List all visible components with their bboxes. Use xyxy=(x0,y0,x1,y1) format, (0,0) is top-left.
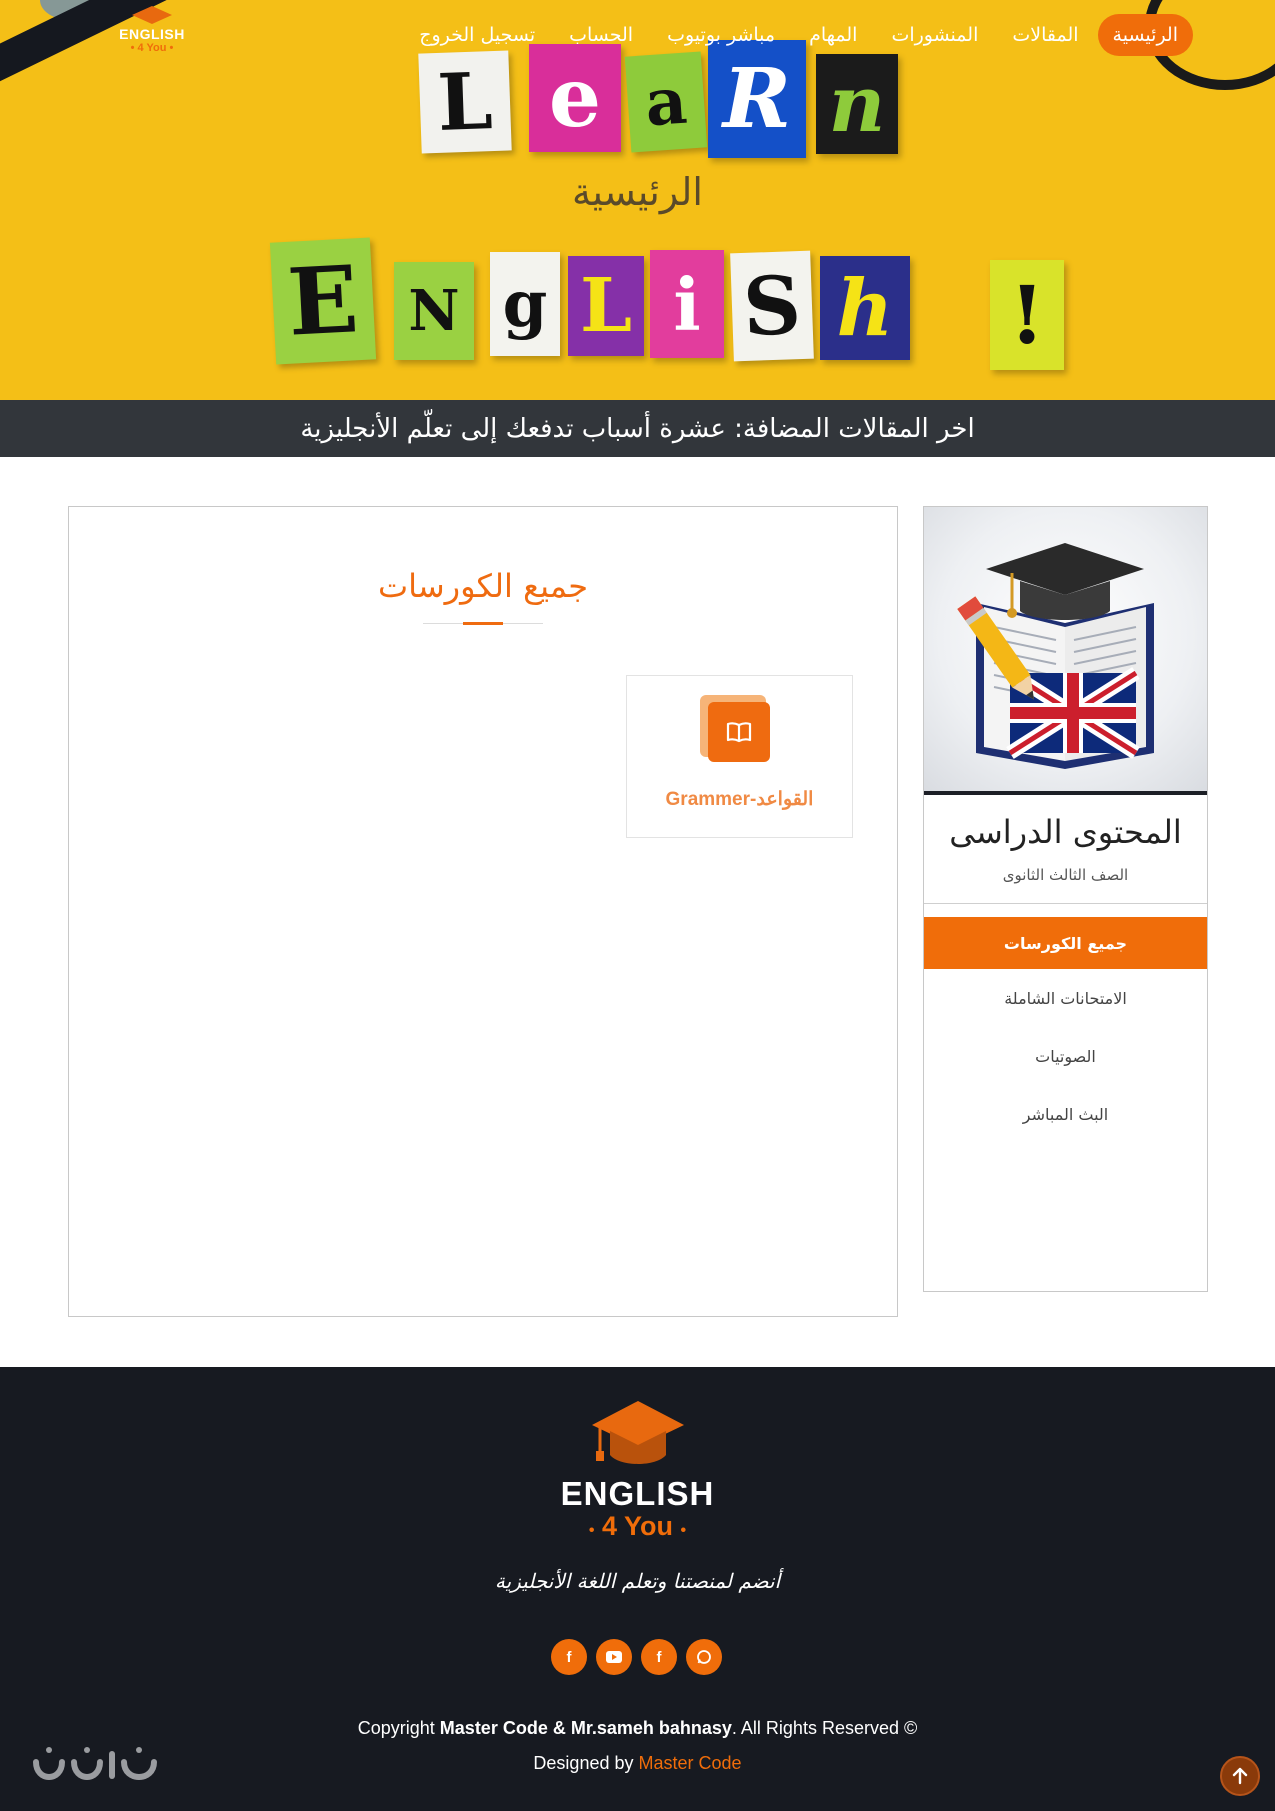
section-title: جميع الكورسات xyxy=(377,567,589,605)
letter-tile: g xyxy=(490,252,560,356)
title-divider-accent xyxy=(463,622,503,625)
footer: ENGLISH • 4 You • أنضم لمنصتنا وتعلم الل… xyxy=(0,1367,1275,1811)
sidebar-item-exams[interactable]: الامتحانات الشاملة xyxy=(924,969,1207,1027)
youtube-icon[interactable] xyxy=(596,1639,632,1675)
nav-articles[interactable]: المقالات xyxy=(997,14,1093,56)
letter-tile: a xyxy=(624,51,708,153)
sidebar-item-all-courses[interactable]: جميع الكورسات xyxy=(924,917,1207,969)
designed-prefix: Designed by xyxy=(533,1753,634,1773)
footer-brand-sub: • 4 You • xyxy=(588,1511,687,1541)
letter-tile: L xyxy=(418,50,512,154)
footer-brand-name: ENGLISH xyxy=(560,1475,715,1512)
arrow-up-icon xyxy=(1232,1767,1248,1785)
letter-tile: e xyxy=(529,44,621,152)
watermark-svg xyxy=(33,1747,157,1780)
page-title: الرئيسية xyxy=(572,170,703,214)
brand-sub: • 4 You • xyxy=(130,42,174,54)
scroll-to-top-button[interactable] xyxy=(1220,1756,1260,1796)
graduation-cap-svg xyxy=(591,1401,684,1464)
sidebar-divider xyxy=(924,903,1207,904)
course-title[interactable]: Grammer-القواعد xyxy=(627,788,852,811)
copyright-owner: Master Code & Mr.sameh bahnasy xyxy=(439,1718,732,1738)
letter-tile: i xyxy=(650,250,724,358)
nav-logout[interactable]: تسجيل الخروج xyxy=(404,14,550,56)
social-links: f f xyxy=(551,1639,722,1675)
graduation-cap-icon xyxy=(132,6,172,24)
letter-tile: ! xyxy=(990,260,1064,370)
sidebar-menu: جميع الكورسات الامتحانات الشاملة الصوتيا… xyxy=(924,917,1207,1143)
letter-tile: S xyxy=(730,250,814,362)
sidebar-item-live[interactable]: البث المباشر xyxy=(924,1085,1207,1143)
nav-posts[interactable]: المنشورات xyxy=(876,14,993,56)
watermark-logo xyxy=(30,1742,160,1788)
graduation-cap-icon xyxy=(590,1397,686,1471)
nav-home[interactable]: الرئيسية xyxy=(1097,14,1193,56)
hero-banner: L e a R n الرئيسية E N g L i S h ! ENGLI… xyxy=(0,0,1275,400)
study-content-image xyxy=(924,507,1207,795)
letter-tile: E xyxy=(269,237,377,365)
designed-by-text: Designed by Master Code xyxy=(0,1753,1275,1774)
facebook-icon[interactable]: f xyxy=(641,1639,677,1675)
facebook-icon[interactable]: f xyxy=(551,1639,587,1675)
book-flag-illustration xyxy=(957,543,1154,769)
footer-logo[interactable]: ENGLISH • 4 You • xyxy=(0,1397,1275,1542)
brand-name: ENGLISH xyxy=(119,26,185,42)
letter-tile: R xyxy=(708,40,806,158)
latest-article-strip[interactable]: اخر المقالات المضافة: عشرة أسباب تدفعك إ… xyxy=(0,400,1275,457)
letter-tile: L xyxy=(568,256,644,356)
letter-tile: h xyxy=(820,256,910,360)
copyright-text: Copyright Master Code & Mr.sameh bahnasy… xyxy=(0,1718,1275,1739)
book-icon xyxy=(708,702,770,762)
nav-tasks[interactable]: المهام xyxy=(794,14,872,56)
youtube-icon-svg xyxy=(606,1651,622,1663)
sidebar-title: المحتوى الدراسى xyxy=(949,813,1182,851)
copyright-prefix: Copyright xyxy=(357,1718,435,1738)
main-nav: الرئيسية المقالات المنشورات المهام مباشر… xyxy=(404,14,1193,56)
sidebar-item-audio[interactable]: الصوتيات xyxy=(924,1027,1207,1085)
whatsapp-icon-svg xyxy=(697,1650,711,1664)
brand-logo[interactable]: ENGLISH • 4 You • xyxy=(112,6,192,54)
letter-tile: N xyxy=(394,262,474,360)
whatsapp-icon[interactable] xyxy=(686,1639,722,1675)
course-card[interactable]: Grammer-القواعد xyxy=(626,675,853,838)
sidebar: المحتوى الدراسى الصف الثالث الثانوى جميع… xyxy=(923,506,1208,1292)
footer-tagline: أنضم لمنصتنا وتعلم اللغة الأنجليزية xyxy=(494,1569,781,1593)
courses-panel: جميع الكورسات Grammer-القواعد xyxy=(68,506,898,1317)
book-icon-svg xyxy=(726,722,752,743)
nav-youtube-live[interactable]: مباشر بوتيوب xyxy=(652,14,790,56)
copyright-suffix: . All Rights Reserved © xyxy=(731,1718,918,1738)
nav-account[interactable]: الحساب xyxy=(554,14,648,56)
latest-article-text[interactable]: اخر المقالات المضافة: عشرة أسباب تدفعك إ… xyxy=(300,414,974,444)
sidebar-subtitle: الصف الثالث الثانوى xyxy=(1002,866,1129,884)
designer-link[interactable]: Master Code xyxy=(639,1753,742,1773)
letter-tile: n xyxy=(816,54,898,154)
